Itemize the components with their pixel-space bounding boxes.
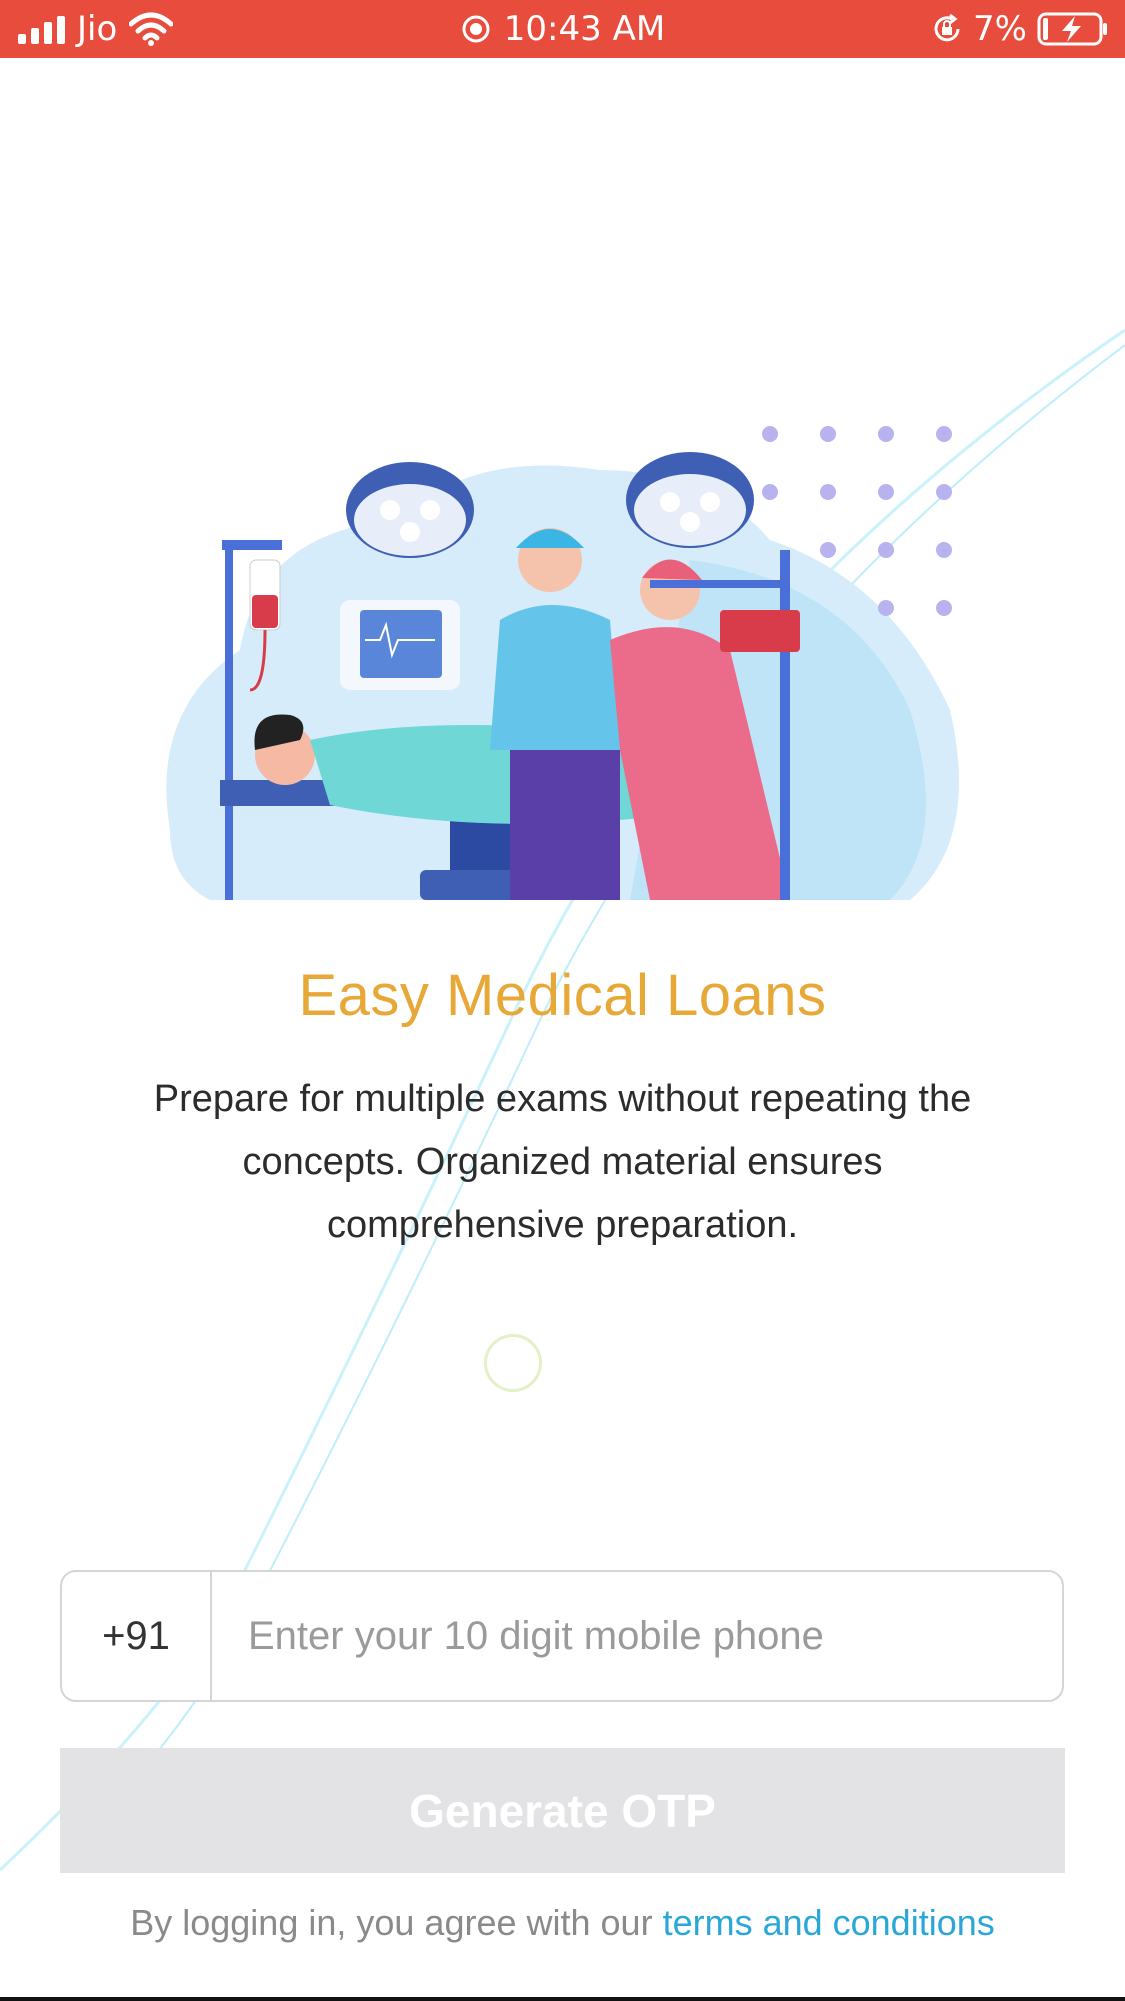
generate-otp-button[interactable]: Generate OTP xyxy=(60,1748,1065,1873)
status-bar: Jio 10:43 AM 7% xyxy=(0,0,1125,58)
status-time: 10:43 AM xyxy=(503,9,666,49)
record-dot-icon xyxy=(462,15,490,43)
phone-field: +91 xyxy=(60,1570,1064,1702)
battery-percent: 7% xyxy=(973,9,1027,49)
rotation-lock-icon xyxy=(934,13,960,42)
country-code[interactable]: +91 xyxy=(62,1572,212,1700)
mobile-number-input[interactable] xyxy=(212,1571,1062,1701)
status-right: 7% xyxy=(931,0,1109,58)
terms-prefix: By logging in, you agree with our xyxy=(130,1902,663,1943)
loading-spinner-icon xyxy=(484,1334,542,1392)
battery-charging-icon xyxy=(1037,12,1107,46)
terms-link[interactable]: terms and conditions xyxy=(663,1902,995,1943)
page-description: Prepare for multiple exams without repea… xyxy=(153,1078,972,1246)
surgery-illustration xyxy=(166,426,959,900)
terms-text: By logging in, you agree with our terms … xyxy=(0,1902,1125,1944)
page-title: Easy Medical Loans xyxy=(298,963,827,1028)
bottom-edge xyxy=(0,1997,1125,2001)
